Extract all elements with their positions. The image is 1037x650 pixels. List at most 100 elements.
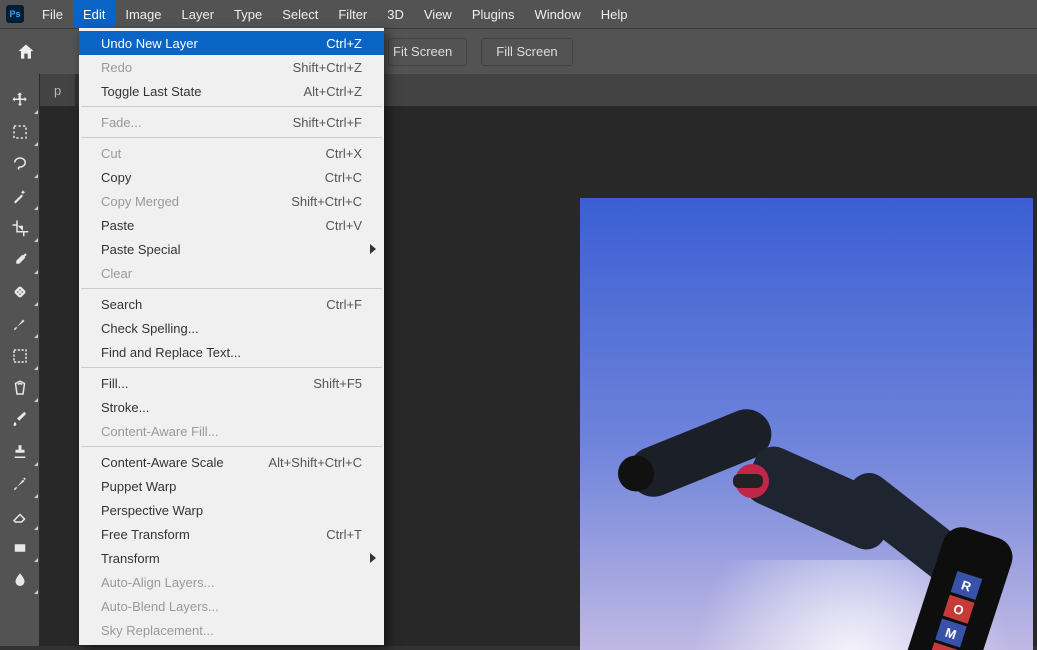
menu-item-label: Cut xyxy=(101,146,326,161)
menu-item-label: Transform xyxy=(101,551,362,566)
menu-item-content-aware-scale[interactable]: Content-Aware ScaleAlt+Shift+Ctrl+C xyxy=(79,450,384,474)
menu-item-label: Paste Special xyxy=(101,242,362,257)
brush-tool[interactable] xyxy=(0,308,40,340)
menu-filter[interactable]: Filter xyxy=(328,0,377,28)
home-button[interactable] xyxy=(6,36,46,68)
menu-item-shortcut: Shift+F5 xyxy=(313,376,362,391)
lasso-tool[interactable] xyxy=(0,148,40,180)
menu-item-shortcut: Shift+Ctrl+F xyxy=(293,115,362,130)
fit-screen-label: Fit Screen xyxy=(393,44,452,59)
frame-tool[interactable] xyxy=(0,340,40,372)
board-letter: R xyxy=(951,571,983,600)
menu-item-auto-blend-layers: Auto-Blend Layers... xyxy=(79,594,384,618)
menu-item-transform[interactable]: Transform xyxy=(79,546,384,570)
history-brush-tool[interactable] xyxy=(0,468,40,500)
menu-bar: Ps FileEditImageLayerTypeSelectFilter3DV… xyxy=(0,0,1037,28)
tab-label: p xyxy=(54,83,61,98)
menu-item-label: Search xyxy=(101,297,326,312)
menu-item-label: Find and Replace Text... xyxy=(101,345,362,360)
menu-item-label: Sky Replacement... xyxy=(101,623,362,638)
menu-item-sky-replacement: Sky Replacement... xyxy=(79,618,384,642)
menu-item-fade: Fade...Shift+Ctrl+F xyxy=(79,110,384,134)
magic-wand-tool[interactable] xyxy=(0,180,40,212)
menu-item-paste[interactable]: PasteCtrl+V xyxy=(79,213,384,237)
menu-item-shortcut: Ctrl+V xyxy=(326,218,362,233)
menu-item-shortcut: Ctrl+C xyxy=(325,170,362,185)
board-letter: M xyxy=(935,619,967,648)
menu-item-paste-special[interactable]: Paste Special xyxy=(79,237,384,261)
menu-item-copy[interactable]: CopyCtrl+C xyxy=(79,165,384,189)
menu-item-check-spelling[interactable]: Check Spelling... xyxy=(79,316,384,340)
menu-item-label: Copy Merged xyxy=(101,194,291,209)
menu-item-fill[interactable]: Fill...Shift+F5 xyxy=(79,371,384,395)
menu-item-shortcut: Alt+Shift+Ctrl+C xyxy=(268,455,362,470)
canvas-image: ROMER xyxy=(580,198,1033,650)
submenu-arrow-icon xyxy=(370,244,376,254)
menu-item-label: Fade... xyxy=(101,115,293,130)
menu-item-label: Redo xyxy=(101,60,293,75)
document-tab[interactable]: p xyxy=(40,74,76,106)
menu-item-label: Fill... xyxy=(101,376,313,391)
menu-item-label: Perspective Warp xyxy=(101,503,362,518)
menu-item-label: Free Transform xyxy=(101,527,326,542)
menu-type[interactable]: Type xyxy=(224,0,272,28)
menu-item-puppet-warp[interactable]: Puppet Warp xyxy=(79,474,384,498)
snowboarder-graphic: ROMER xyxy=(625,408,995,648)
menu-plugins[interactable]: Plugins xyxy=(462,0,525,28)
menu-edit[interactable]: Edit xyxy=(73,0,115,28)
board-letter: O xyxy=(943,595,975,624)
edit-menu-dropdown[interactable]: Undo New LayerCtrl+ZRedoShift+Ctrl+ZTogg… xyxy=(79,28,384,645)
menu-item-label: Auto-Align Layers... xyxy=(101,575,362,590)
menu-item-undo-new-layer[interactable]: Undo New LayerCtrl+Z xyxy=(79,31,384,55)
fit-screen-button[interactable]: Fit Screen xyxy=(388,38,467,66)
menu-item-shortcut: Ctrl+T xyxy=(326,527,362,542)
eyedropper-tool[interactable] xyxy=(0,244,40,276)
menu-item-toggle-last-state[interactable]: Toggle Last StateAlt+Ctrl+Z xyxy=(79,79,384,103)
menu-item-label: Auto-Blend Layers... xyxy=(101,599,362,614)
tools-panel xyxy=(0,74,40,646)
menu-item-stroke[interactable]: Stroke... xyxy=(79,395,384,419)
paint-tool[interactable] xyxy=(0,404,40,436)
menu-3d[interactable]: 3D xyxy=(377,0,414,28)
menu-item-label: Content-Aware Scale xyxy=(101,455,268,470)
move-tool[interactable] xyxy=(0,84,40,116)
menu-item-shortcut: Shift+Ctrl+C xyxy=(291,194,362,209)
menu-window[interactable]: Window xyxy=(524,0,590,28)
stamp-tool[interactable] xyxy=(0,436,40,468)
menu-item-label: Check Spelling... xyxy=(101,321,362,336)
menu-item-label: Paste xyxy=(101,218,326,233)
eraser-tool[interactable] xyxy=(0,500,40,532)
menu-view[interactable]: View xyxy=(414,0,462,28)
menu-item-shortcut: Shift+Ctrl+Z xyxy=(293,60,362,75)
menu-item-perspective-warp[interactable]: Perspective Warp xyxy=(79,498,384,522)
rect-tool[interactable] xyxy=(0,532,40,564)
fill-screen-label: Fill Screen xyxy=(496,44,557,59)
app-logo: Ps xyxy=(6,5,24,23)
menu-item-label: Content-Aware Fill... xyxy=(101,424,362,439)
marquee-tool[interactable] xyxy=(0,116,40,148)
menu-item-copy-merged: Copy MergedShift+Ctrl+C xyxy=(79,189,384,213)
menu-help[interactable]: Help xyxy=(591,0,638,28)
menu-select[interactable]: Select xyxy=(272,0,328,28)
menu-item-free-transform[interactable]: Free TransformCtrl+T xyxy=(79,522,384,546)
menu-layer[interactable]: Layer xyxy=(172,0,225,28)
menu-item-redo: RedoShift+Ctrl+Z xyxy=(79,55,384,79)
menu-item-cut: CutCtrl+X xyxy=(79,141,384,165)
menu-item-find-and-replace-text[interactable]: Find and Replace Text... xyxy=(79,340,384,364)
blur-tool[interactable] xyxy=(0,564,40,596)
menu-file[interactable]: File xyxy=(32,0,73,28)
clone-tool[interactable] xyxy=(0,372,40,404)
fill-screen-button[interactable]: Fill Screen xyxy=(481,38,572,66)
healing-tool[interactable] xyxy=(0,276,40,308)
menu-item-label: Puppet Warp xyxy=(101,479,362,494)
menu-item-label: Clear xyxy=(101,266,362,281)
menu-item-content-aware-fill: Content-Aware Fill... xyxy=(79,419,384,443)
menu-item-shortcut: Ctrl+F xyxy=(326,297,362,312)
menu-item-search[interactable]: SearchCtrl+F xyxy=(79,292,384,316)
menu-item-label: Undo New Layer xyxy=(101,36,326,51)
menu-image[interactable]: Image xyxy=(115,0,171,28)
menu-item-shortcut: Ctrl+X xyxy=(326,146,362,161)
menu-item-label: Copy xyxy=(101,170,325,185)
crop-tool[interactable] xyxy=(0,212,40,244)
menu-item-shortcut: Alt+Ctrl+Z xyxy=(303,84,362,99)
